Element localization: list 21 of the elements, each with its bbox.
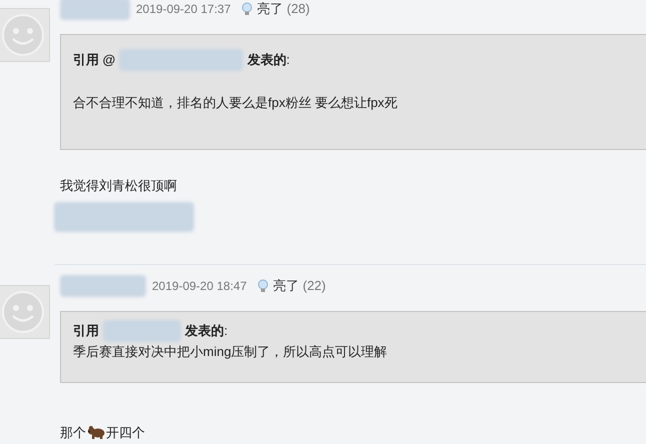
light-count: (22)	[302, 276, 326, 295]
bear-icon	[87, 424, 105, 440]
lightbulb-icon	[240, 2, 253, 16]
quote-text: 季后赛直接对决中把小ming压制了，所以高点可以理解	[73, 342, 388, 361]
reply-text: 开四个	[106, 424, 145, 442]
quote-suffix: 发表的	[185, 322, 224, 340]
light-label[interactable]: 亮了	[256, 0, 283, 19]
reply-text: 那个	[60, 424, 86, 442]
reply-text: 我觉得刘青松很顶啊	[60, 177, 177, 195]
quote-prefix: 引用 @	[73, 51, 116, 70]
light-count: (28)	[286, 0, 310, 18]
quote-colon: :	[286, 51, 290, 70]
light-label[interactable]: 亮了	[272, 276, 299, 296]
quote-colon: :	[224, 322, 228, 340]
quote-suffix: 发表的	[247, 51, 286, 70]
quote-prefix: 引用	[73, 322, 99, 340]
post-time: 2019-09-20 18:47	[152, 278, 247, 294]
post-time: 2019-09-20 17:37	[136, 1, 231, 18]
lightbulb-icon	[256, 278, 269, 292]
quote-text: 合不合理不知道，排名的人要么是fpx粉丝 要么想让fpx死	[73, 94, 398, 112]
redacted-username	[60, 0, 130, 20]
